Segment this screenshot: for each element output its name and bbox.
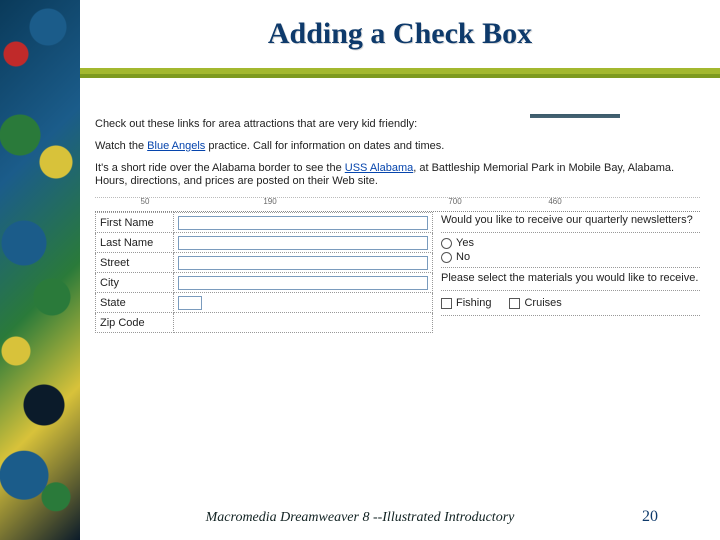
ruler-mark: 700	[448, 197, 461, 206]
table-row: City	[96, 273, 433, 293]
checkbox-icon	[509, 298, 520, 309]
first-name-field[interactable]	[178, 216, 428, 230]
label-first-name: First Name	[96, 213, 174, 233]
street-field[interactable]	[178, 256, 428, 270]
text-fragment: It's a short ride over the Alabama borde…	[95, 162, 345, 174]
radio-option-no[interactable]: No	[441, 251, 700, 263]
table-row: First Name	[96, 213, 433, 233]
checkbox-label: Cruises	[524, 297, 561, 309]
line-uss-alabama: It's a short ride over the Alabama borde…	[95, 162, 700, 190]
table-row: Last Name	[96, 233, 433, 253]
dotted-divider	[441, 232, 700, 233]
text-fragment: practice. Call for information on dates …	[205, 140, 444, 152]
dotted-divider	[441, 315, 700, 316]
radio-label: No	[456, 251, 470, 263]
dotted-divider	[441, 267, 700, 268]
ruler-guide: 50 190 700 460	[95, 197, 700, 207]
city-field[interactable]	[178, 276, 428, 290]
title-underline	[80, 74, 720, 78]
table-row: State	[96, 293, 433, 313]
slide: Adding a Check Box Check out these links…	[0, 0, 720, 540]
address-column: First Name Last Name Street City	[95, 212, 433, 333]
radio-icon	[441, 252, 452, 263]
label-city: City	[96, 273, 174, 293]
form-layout: First Name Last Name Street City	[95, 212, 700, 333]
label-zip: Zip Code	[96, 313, 174, 333]
footer-text: Macromedia Dreamweaver 8 --Illustrated I…	[0, 510, 720, 526]
intro-text: Check out these links for area attractio…	[95, 118, 700, 132]
page-number: 20	[642, 508, 658, 526]
checkbox-row: Fishing Cruises	[441, 295, 700, 311]
newsletter-question: Would you like to receive our quarterly …	[441, 214, 700, 226]
title-bar: Adding a Check Box	[80, 0, 720, 74]
radio-option-yes[interactable]: Yes	[441, 237, 700, 249]
slide-title: Adding a Check Box	[268, 17, 532, 51]
radio-icon	[441, 238, 452, 249]
label-street: Street	[96, 253, 174, 273]
text-fragment: Watch the	[95, 140, 147, 152]
state-field[interactable]	[178, 296, 202, 310]
ruler-mark: 50	[141, 197, 150, 206]
ruler-mark: 190	[263, 197, 276, 206]
content-area: Check out these links for area attractio…	[95, 118, 700, 408]
address-table: First Name Last Name Street City	[95, 212, 433, 333]
checkbox-option-fishing[interactable]: Fishing	[441, 297, 491, 309]
last-name-field[interactable]	[178, 236, 428, 250]
radio-label: Yes	[456, 237, 474, 249]
options-column: Would you like to receive our quarterly …	[433, 212, 700, 333]
checkbox-label: Fishing	[456, 297, 491, 309]
side-artwork	[0, 0, 80, 540]
link-blue-angels[interactable]: Blue Angels	[147, 140, 205, 152]
materials-prompt: Please select the materials you would li…	[441, 272, 700, 284]
table-row: Zip Code	[96, 313, 433, 333]
table-row: Street	[96, 253, 433, 273]
ruler-mark: 460	[548, 197, 561, 206]
dotted-divider	[441, 290, 700, 291]
checkbox-option-cruises[interactable]: Cruises	[509, 297, 561, 309]
checkbox-icon	[441, 298, 452, 309]
line-blue-angels: Watch the Blue Angels practice. Call for…	[95, 140, 700, 154]
label-state: State	[96, 293, 174, 313]
link-uss-alabama[interactable]: USS Alabama	[345, 162, 413, 174]
label-last-name: Last Name	[96, 233, 174, 253]
